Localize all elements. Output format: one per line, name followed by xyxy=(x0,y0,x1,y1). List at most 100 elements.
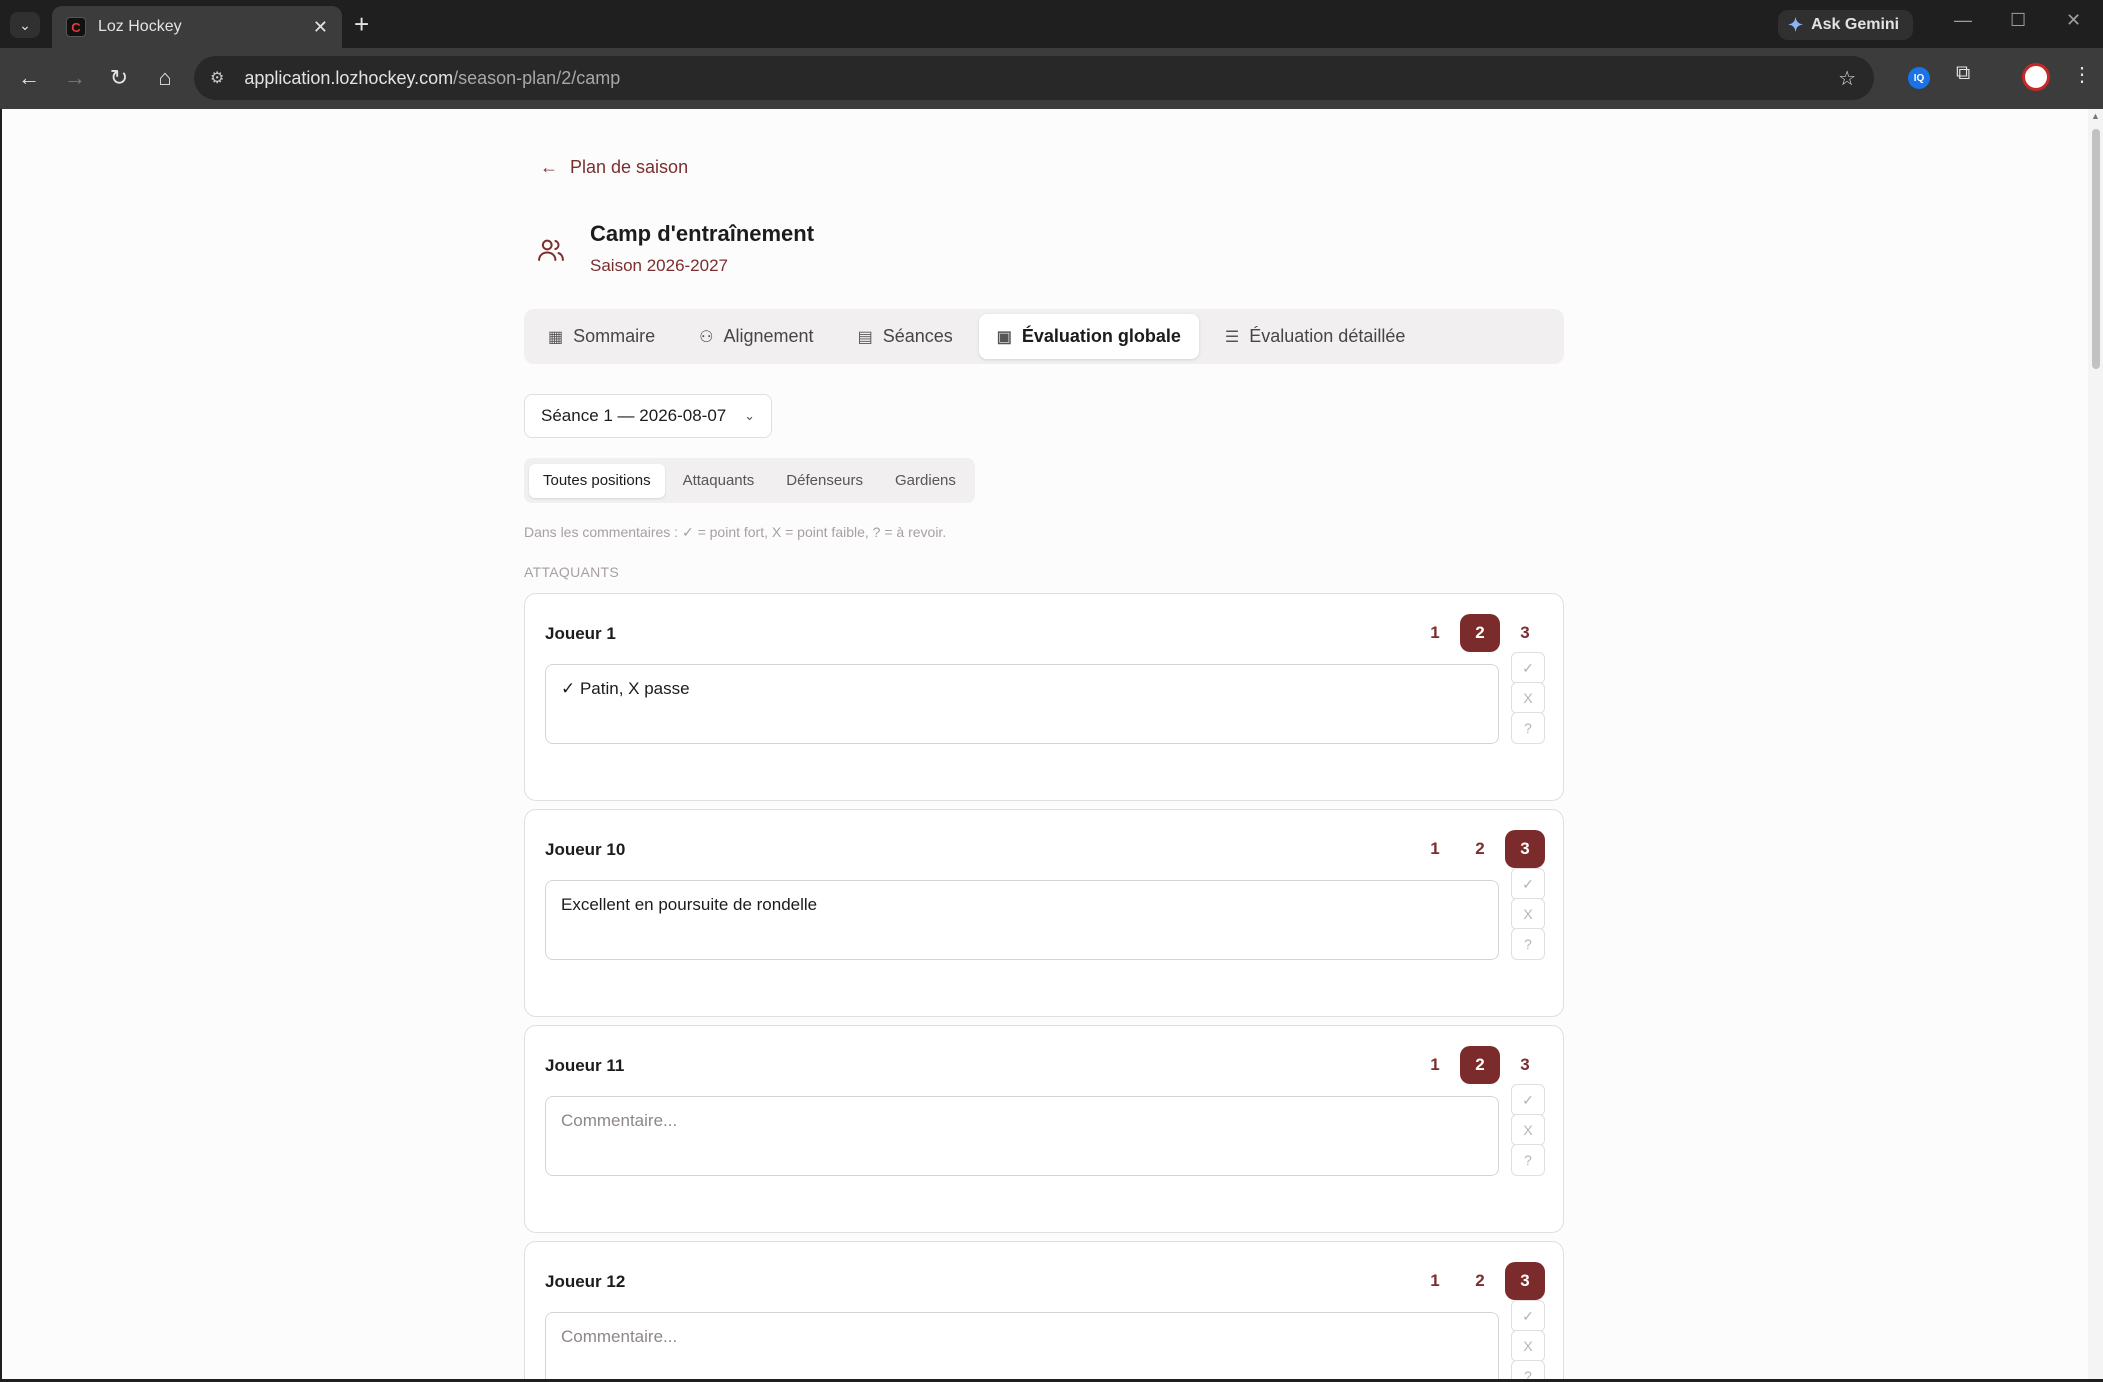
player-card: Joueur 11 1 2 3 Commentaire... ✓ X? xyxy=(524,1025,1564,1233)
rating-button-3[interactable]: 3 xyxy=(1505,614,1545,652)
bookmark-star-icon[interactable]: ☆ xyxy=(1838,66,1856,91)
site-info-icon[interactable]: ⚙ xyxy=(210,68,224,88)
weakness-x-button[interactable]: X xyxy=(1511,1330,1545,1362)
url-host: application.lozhockey.com xyxy=(244,67,454,88)
comment-field[interactable]: Commentaire... xyxy=(545,1096,1499,1176)
scroll-up-icon[interactable]: ▲ xyxy=(2091,111,2100,121)
ask-gemini-button[interactable]: ✦ Ask Gemini xyxy=(1778,10,1914,40)
section-label-forwards: ATTAQUANTS xyxy=(524,564,620,580)
review-question-button[interactable]: ? xyxy=(1511,928,1545,960)
back-link-label: Plan de saison xyxy=(570,157,689,177)
tab-evaluation-detaillee[interactable]: ☰ Évaluation détaillée xyxy=(1207,314,1423,359)
review-question-button[interactable]: ? xyxy=(1511,1144,1545,1176)
favicon-icon: C xyxy=(66,17,86,37)
tab-label: Évaluation détaillée xyxy=(1249,326,1406,346)
address-bar[interactable]: ⚙ application.lozhockey.com/season-plan/… xyxy=(194,56,1874,100)
tab-label: Alignement xyxy=(723,326,814,346)
browser-tab[interactable]: C Loz Hockey ✕ xyxy=(52,6,342,48)
extension-icon[interactable]: IQ xyxy=(1908,67,1930,89)
maximize-icon[interactable]: ☐ xyxy=(2010,10,2026,31)
weakness-x-button[interactable]: X xyxy=(1511,898,1545,930)
position-filter-tabs: Toutes positions Attaquants Défenseurs G… xyxy=(524,458,975,503)
tab-evaluation-globale[interactable]: ▣ Évaluation globale xyxy=(978,314,1199,359)
player-card: Joueur 10 1 2 3 Excellent en poursuite de ro… xyxy=(524,809,1564,1017)
arrow-left-icon: ← xyxy=(540,157,558,177)
rating-button-1[interactable]: 1 xyxy=(1415,1262,1455,1300)
session-select-value: Séance 1 — 2026-08-07 xyxy=(541,406,727,425)
rating-buttons: 123 xyxy=(1415,614,1545,652)
page-viewport: ← Plan de saison Camp d'entraînement Sai… xyxy=(2,109,2088,1379)
page-scrollbar[interactable]: ▲ xyxy=(2088,109,2103,1379)
rating-button-2[interactable]: 2 xyxy=(1460,1262,1500,1300)
tab-seances[interactable]: ▤ Séances xyxy=(840,314,971,359)
browser-tab-bar: ⌄ C Loz Hockey ✕ + ✦ Ask Gemini — ☐ ✕ xyxy=(0,0,2103,48)
weakness-x-button[interactable]: X xyxy=(1511,682,1545,714)
rating-button-2[interactable]: 2 xyxy=(1460,1046,1500,1084)
review-question-button[interactable]: ? xyxy=(1511,712,1545,744)
profile-avatar[interactable] xyxy=(2022,63,2050,91)
page-subtitle: Saison 2026-2027 xyxy=(590,256,729,275)
tab-label: Séances xyxy=(882,326,953,346)
rating-button-1[interactable]: 1 xyxy=(1415,830,1455,868)
comment-field[interactable]: ✓ Patin, X passe xyxy=(545,664,1499,744)
users-icon xyxy=(538,239,564,261)
tab-sommaire[interactable]: ▦ Sommaire xyxy=(530,314,673,359)
position-tab-all[interactable]: Toutes positions xyxy=(529,463,665,498)
close-window-icon[interactable]: ✕ xyxy=(2066,10,2081,31)
comment-field[interactable]: Commentaire... xyxy=(545,1312,1499,1379)
menu-kebab-icon[interactable]: ⋮ xyxy=(2072,62,2092,87)
strength-check-button[interactable]: ✓ xyxy=(1511,1084,1545,1116)
tab-label: Évaluation globale xyxy=(1021,326,1181,346)
gemini-label: Ask Gemini xyxy=(1811,16,1900,33)
section-tabs: ▦ Sommaire ⚇ Alignement ▤ Séances ▣ Éval… xyxy=(524,309,1564,364)
player-name: Joueur 12 xyxy=(545,1272,626,1291)
users-icon: ⚇ xyxy=(699,328,714,346)
url-path: /season-plan/2/camp xyxy=(453,67,621,88)
close-tab-icon[interactable]: ✕ xyxy=(313,17,328,38)
player-card: Joueur 12 1 2 3 Commentaire... ✓ X? xyxy=(524,1241,1564,1379)
strength-check-button[interactable]: ✓ xyxy=(1511,1300,1545,1332)
player-name: Joueur 11 xyxy=(545,1056,625,1075)
clipboard-check-icon: ▣ xyxy=(996,328,1012,346)
tab-search-button[interactable]: ⌄ xyxy=(10,12,40,38)
review-question-button[interactable]: ? xyxy=(1511,1360,1545,1379)
position-tab-goalies[interactable]: Gardiens xyxy=(881,464,970,498)
browser-toolbar: ← → ↻ ⌂ ⚙ application.lozhockey.com/seas… xyxy=(0,48,2103,109)
player-name: Joueur 1 xyxy=(545,624,616,643)
scrollbar-thumb[interactable] xyxy=(2092,129,2100,369)
position-tab-defense[interactable]: Défenseurs xyxy=(772,464,877,498)
forward-icon[interactable]: → xyxy=(60,64,90,92)
list-check-icon: ☰ xyxy=(1224,328,1240,346)
weakness-x-button[interactable]: X xyxy=(1511,1114,1545,1146)
comment-legend-hint: Dans les commentaires : ✓ = point fort, … xyxy=(524,524,947,540)
rating-button-1[interactable]: 1 xyxy=(1415,614,1455,652)
tab-alignement[interactable]: ⚇ Alignement xyxy=(681,314,831,359)
minimize-icon[interactable]: — xyxy=(1954,10,1972,31)
extensions-puzzle-icon[interactable]: ⧉ xyxy=(1956,62,1970,85)
rating-buttons: 123 xyxy=(1415,1046,1545,1084)
tab-title: Loz Hockey xyxy=(98,18,182,35)
session-select[interactable]: Séance 1 — 2026-08-07 ⌄ xyxy=(524,394,772,438)
new-tab-button[interactable]: + xyxy=(354,10,369,38)
home-icon[interactable]: ⌂ xyxy=(150,64,180,92)
strength-check-button[interactable]: ✓ xyxy=(1511,868,1545,900)
strength-check-button[interactable]: ✓ xyxy=(1511,652,1545,684)
rating-button-2[interactable]: 2 xyxy=(1460,830,1500,868)
rating-button-2[interactable]: 2 xyxy=(1460,614,1500,652)
back-to-season-plan-link[interactable]: ← Plan de saison xyxy=(540,157,688,178)
player-name: Joueur 10 xyxy=(545,840,626,859)
tab-label: Sommaire xyxy=(573,326,656,346)
rating-button-3[interactable]: 3 xyxy=(1505,830,1545,868)
gemini-icon: ✦ xyxy=(1788,14,1804,35)
grid-icon: ▦ xyxy=(548,328,564,346)
rating-button-3[interactable]: 3 xyxy=(1505,1262,1545,1300)
rating-button-3[interactable]: 3 xyxy=(1505,1046,1545,1084)
reload-icon[interactable]: ↻ xyxy=(104,64,134,92)
rating-button-1[interactable]: 1 xyxy=(1415,1046,1455,1084)
comment-field[interactable]: Excellent en poursuite de rondelle xyxy=(545,880,1499,960)
page-title: Camp d'entraînement xyxy=(590,221,815,246)
back-icon[interactable]: ← xyxy=(14,64,44,92)
position-tab-forwards[interactable]: Attaquants xyxy=(669,464,769,498)
chevron-down-icon: ⌄ xyxy=(744,408,755,423)
player-card: Joueur 1 1 2 3 ✓ Patin, X passe ✓ X? xyxy=(524,593,1564,801)
